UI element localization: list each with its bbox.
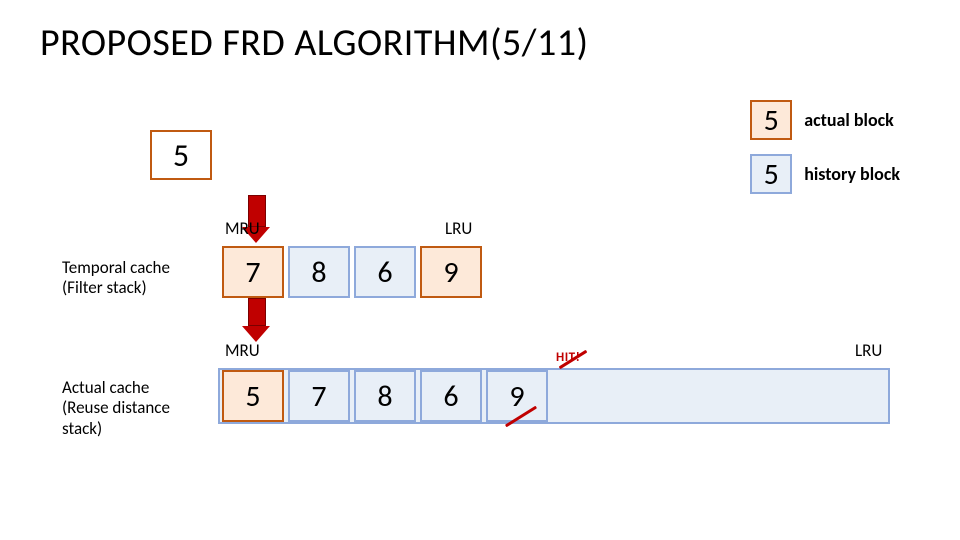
actual-cell: 6 [420,370,482,422]
temporal-cache-label-l1: Temporal cache [62,257,170,278]
actual-cell: 9 [486,370,548,422]
actual-cache-label-l3: stack) [62,418,102,439]
legend-actual: 5 actual block [750,100,900,140]
actual-cell: 8 [354,370,416,422]
actual-cell: 7 [288,370,350,422]
legend-history: 5 history block [750,154,900,194]
page-title: PROPOSED FRD ALGORITHM(5/11) [40,20,589,66]
actual-cache-label-l1: Actual cache [62,377,149,398]
temporal-cell: 6 [354,246,416,298]
legend-history-cell: 5 [750,154,792,194]
temporal-cell: 8 [288,246,350,298]
legend-actual-label: actual block [804,109,894,131]
temporal-row: 7 8 6 9 [222,246,482,298]
temporal-cell: 9 [420,246,482,298]
actual-cache-label-l2: (Reuse distance [62,397,170,418]
arrow-down-icon [248,298,270,342]
actual-mru-tag: MRU [225,340,260,361]
temporal-lru-tag: LRU [445,218,472,239]
incoming-block: 5 [150,130,212,180]
legend-history-label: history block [804,163,900,185]
actual-cell: 5 [222,370,284,422]
actual-cache-label: Actual cache (Reuse distance stack) [62,378,212,439]
legend: 5 actual block 5 history block [750,100,900,194]
legend-actual-cell: 5 [750,100,792,140]
actual-lru-tag: LRU [855,340,882,361]
temporal-cache-label: Temporal cache (Filter stack) [62,258,212,299]
temporal-cell: 7 [222,246,284,298]
temporal-mru-tag: MRU [225,218,260,239]
temporal-cache-label-l2: (Filter stack) [62,277,147,298]
actual-row: 5 7 8 6 9 [222,370,548,422]
